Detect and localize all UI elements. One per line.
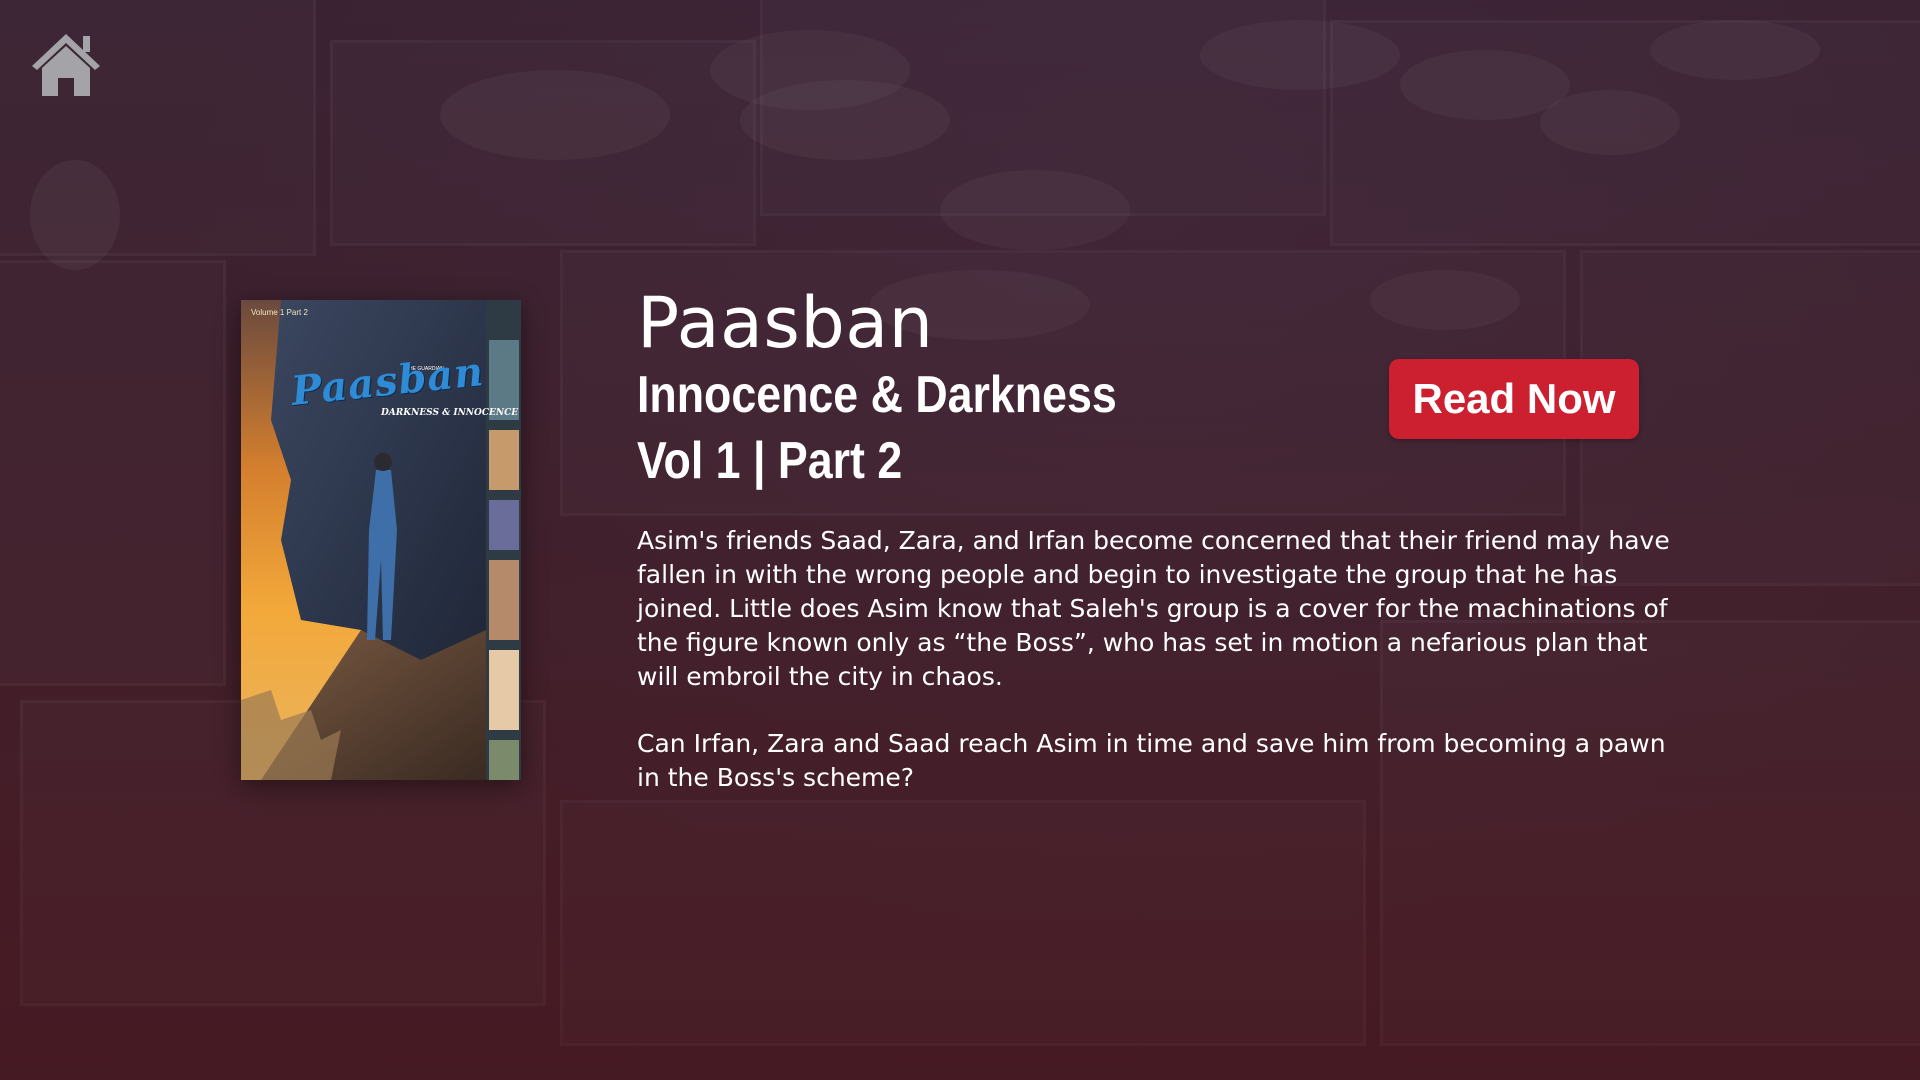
comic-cover-image: Volume 1 Part 2 THE GUARDIAN Paasban DAR…: [241, 300, 521, 780]
synopsis-paragraph: Can Irfan, Zara and Saad reach Asim in t…: [637, 729, 1666, 792]
synopsis: Asim's friends Saad, Zara, and Irfan bec…: [637, 524, 1677, 795]
home-button[interactable]: [28, 28, 104, 100]
home-icon: [32, 34, 100, 96]
cover-subtitle: DARKNESS & INNOCENCE: [381, 408, 519, 418]
series-title: Paasban: [637, 282, 934, 364]
read-now-button[interactable]: Read Now: [1389, 359, 1639, 439]
synopsis-paragraph: Asim's friends Saad, Zara, and Irfan bec…: [637, 526, 1670, 691]
cover-volume-label: Volume 1 Part 2: [251, 308, 308, 317]
